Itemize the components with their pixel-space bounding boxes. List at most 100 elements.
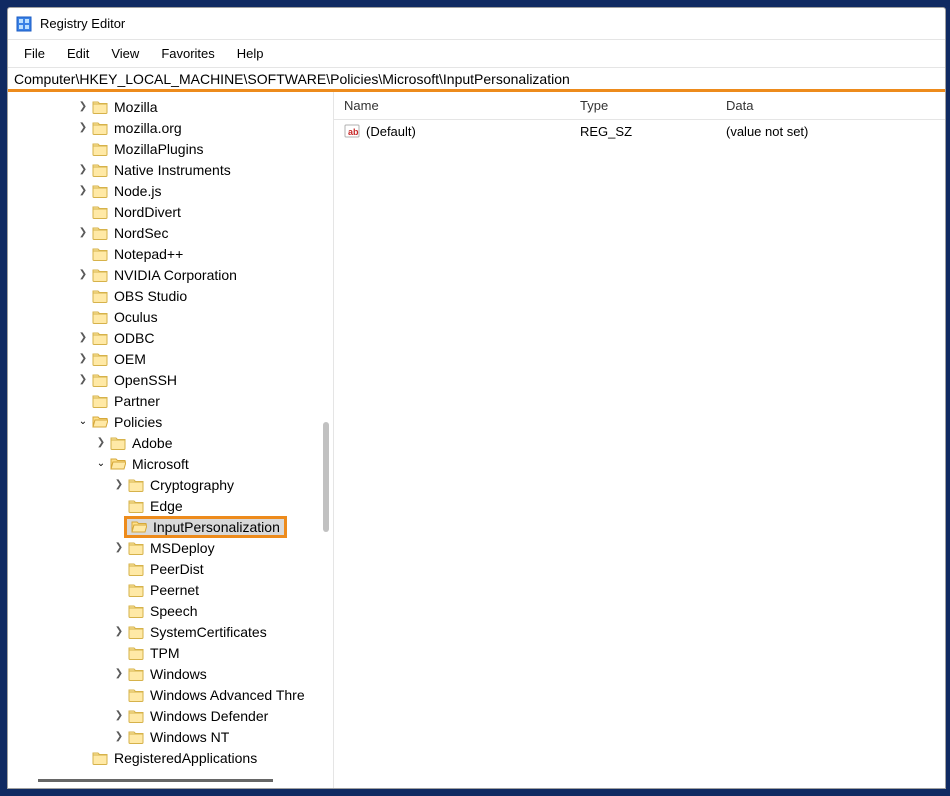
tree-item-mozilla-plugins[interactable]: MozillaPlugins bbox=[8, 138, 333, 159]
tree-label: Mozilla bbox=[114, 99, 158, 115]
tree-item-policies[interactable]: ⌄Policies bbox=[8, 411, 333, 432]
tree-item-oculus[interactable]: Oculus bbox=[8, 306, 333, 327]
tree-item-windows[interactable]: ❯Windows bbox=[8, 663, 333, 684]
tree-item-nvidia[interactable]: ❯ NVIDIA Corporation bbox=[8, 264, 333, 285]
tree-item-cryptography[interactable]: ❯ Cryptography bbox=[8, 474, 333, 495]
tree-label: SystemCertificates bbox=[150, 624, 267, 640]
tree-connector bbox=[112, 583, 126, 597]
expand-icon[interactable]: ❯ bbox=[76, 226, 90, 240]
expand-icon[interactable]: ❯ bbox=[112, 709, 126, 723]
tree-item-registered-apps[interactable]: RegisteredApplications bbox=[8, 747, 333, 768]
expand-icon[interactable]: ❯ bbox=[76, 121, 90, 135]
folder-icon bbox=[92, 184, 108, 198]
tree-connector bbox=[76, 247, 90, 261]
tree-vertical-scrollbar[interactable] bbox=[323, 422, 329, 532]
tree-item-nordsec[interactable]: ❯ NordSec bbox=[8, 222, 333, 243]
tree-label: NordSec bbox=[114, 225, 168, 241]
expand-icon[interactable]: ❯ bbox=[94, 436, 108, 450]
tree-label: Oculus bbox=[114, 309, 158, 325]
folder-icon bbox=[92, 310, 108, 324]
tree-item-odbc[interactable]: ❯ ODBC bbox=[8, 327, 333, 348]
expand-icon[interactable]: ❯ bbox=[76, 184, 90, 198]
expand-icon[interactable]: ❯ bbox=[76, 100, 90, 114]
tree-label: NordDivert bbox=[114, 204, 181, 220]
tree-item-obs[interactable]: OBS Studio bbox=[8, 285, 333, 306]
tree-pane[interactable]: ❯ Mozilla ❯mozilla.orgMozillaPlugins ❯ Nativ… bbox=[8, 92, 334, 788]
menu-file[interactable]: File bbox=[14, 43, 55, 64]
tree-connector bbox=[76, 751, 90, 765]
address-bar[interactable] bbox=[8, 68, 945, 89]
menu-edit[interactable]: Edit bbox=[57, 43, 99, 64]
folder-icon bbox=[92, 142, 108, 156]
expand-icon[interactable]: ❯ bbox=[112, 541, 126, 555]
tree-item-peernet[interactable]: Peernet bbox=[8, 579, 333, 600]
tree-item-norddivert[interactable]: NordDivert bbox=[8, 201, 333, 222]
menu-view[interactable]: View bbox=[101, 43, 149, 64]
expand-icon[interactable]: ❯ bbox=[76, 352, 90, 366]
tree-label: MSDeploy bbox=[150, 540, 215, 556]
content-area: ❯ Mozilla ❯mozilla.orgMozillaPlugins ❯ Nativ… bbox=[8, 92, 945, 788]
folder-icon bbox=[92, 121, 108, 135]
folder-icon bbox=[92, 352, 108, 366]
value-row[interactable]: ab (Default) REG_SZ (value not set) bbox=[334, 120, 945, 142]
tree-item-microsoft[interactable]: ⌄Microsoft bbox=[8, 453, 333, 474]
tree-item-mozilla-org[interactable]: ❯mozilla.org bbox=[8, 117, 333, 138]
menu-favorites[interactable]: Favorites bbox=[151, 43, 224, 64]
value-data: (value not set) bbox=[716, 124, 945, 139]
tree-label: NVIDIA Corporation bbox=[114, 267, 237, 283]
expand-icon[interactable]: ❯ bbox=[112, 625, 126, 639]
tree-item-native-instruments[interactable]: ❯ Native Instruments bbox=[8, 159, 333, 180]
tree-item-peerdist[interactable]: PeerDist bbox=[8, 558, 333, 579]
tree-item-speech[interactable]: Speech bbox=[8, 600, 333, 621]
tree-label: Windows Advanced Thre bbox=[150, 687, 305, 703]
tree-item-notepadpp[interactable]: Notepad++ bbox=[8, 243, 333, 264]
expand-icon[interactable]: ❯ bbox=[112, 478, 126, 492]
tree-item-adobe[interactable]: ❯Adobe bbox=[8, 432, 333, 453]
tree-item-system-certs[interactable]: ❯ SystemCertificates bbox=[8, 621, 333, 642]
tree-label: PeerDist bbox=[150, 561, 204, 577]
folder-icon bbox=[92, 163, 108, 177]
registry-editor-window: Registry Editor File Edit View Favorites… bbox=[7, 7, 946, 789]
menu-help[interactable]: Help bbox=[227, 43, 274, 64]
expand-icon[interactable]: ❯ bbox=[76, 373, 90, 387]
tree-item-mozilla[interactable]: ❯ Mozilla bbox=[8, 96, 333, 117]
tree-item-tpm[interactable]: TPM bbox=[8, 642, 333, 663]
tree-item-windows-adv[interactable]: Windows Advanced Thre bbox=[8, 684, 333, 705]
tree-item-openssh[interactable]: ❯OpenSSH bbox=[8, 369, 333, 390]
expand-icon[interactable]: ❯ bbox=[76, 331, 90, 345]
folder-icon bbox=[128, 604, 144, 618]
column-header-name[interactable]: Name bbox=[334, 98, 570, 113]
address-bar-container bbox=[8, 68, 945, 92]
tree-horizontal-scrollbar[interactable] bbox=[38, 779, 273, 782]
expand-icon[interactable]: ❯ bbox=[112, 667, 126, 681]
string-value-icon: ab bbox=[344, 123, 360, 139]
tree-label: ODBC bbox=[114, 330, 154, 346]
tree-label: Cryptography bbox=[150, 477, 234, 493]
column-header-data[interactable]: Data bbox=[716, 98, 945, 113]
folder-icon bbox=[92, 268, 108, 282]
tree-label: TPM bbox=[150, 645, 180, 661]
tree-connector bbox=[112, 646, 126, 660]
tree-label: Windows NT bbox=[150, 729, 229, 745]
expand-icon[interactable]: ❯ bbox=[112, 730, 126, 744]
folder-icon bbox=[92, 415, 108, 429]
window-title: Registry Editor bbox=[40, 16, 125, 31]
tree-label: InputPersonalization bbox=[153, 519, 280, 535]
folder-icon bbox=[92, 751, 108, 765]
titlebar: Registry Editor bbox=[8, 8, 945, 40]
tree-item-msdeploy[interactable]: ❯ MSDeploy bbox=[8, 537, 333, 558]
tree-item-oem[interactable]: ❯OEM bbox=[8, 348, 333, 369]
column-header-type[interactable]: Type bbox=[570, 98, 716, 113]
tree-item-windows-nt[interactable]: ❯ Windows NT bbox=[8, 726, 333, 747]
tree-label: Native Instruments bbox=[114, 162, 231, 178]
tree-label: Edge bbox=[150, 498, 183, 514]
collapse-icon[interactable]: ⌄ bbox=[94, 457, 108, 471]
expand-icon[interactable]: ❯ bbox=[76, 163, 90, 177]
tree-item-inputpersonalization[interactable]: InputPersonalization bbox=[8, 516, 333, 537]
tree-item-nodejs[interactable]: ❯Node.js bbox=[8, 180, 333, 201]
tree-item-edge[interactable]: Edge bbox=[8, 495, 333, 516]
collapse-icon[interactable]: ⌄ bbox=[76, 415, 90, 429]
expand-icon[interactable]: ❯ bbox=[76, 268, 90, 282]
tree-item-windows-defender[interactable]: ❯Windows Defender bbox=[8, 705, 333, 726]
tree-item-partner[interactable]: Partner bbox=[8, 390, 333, 411]
